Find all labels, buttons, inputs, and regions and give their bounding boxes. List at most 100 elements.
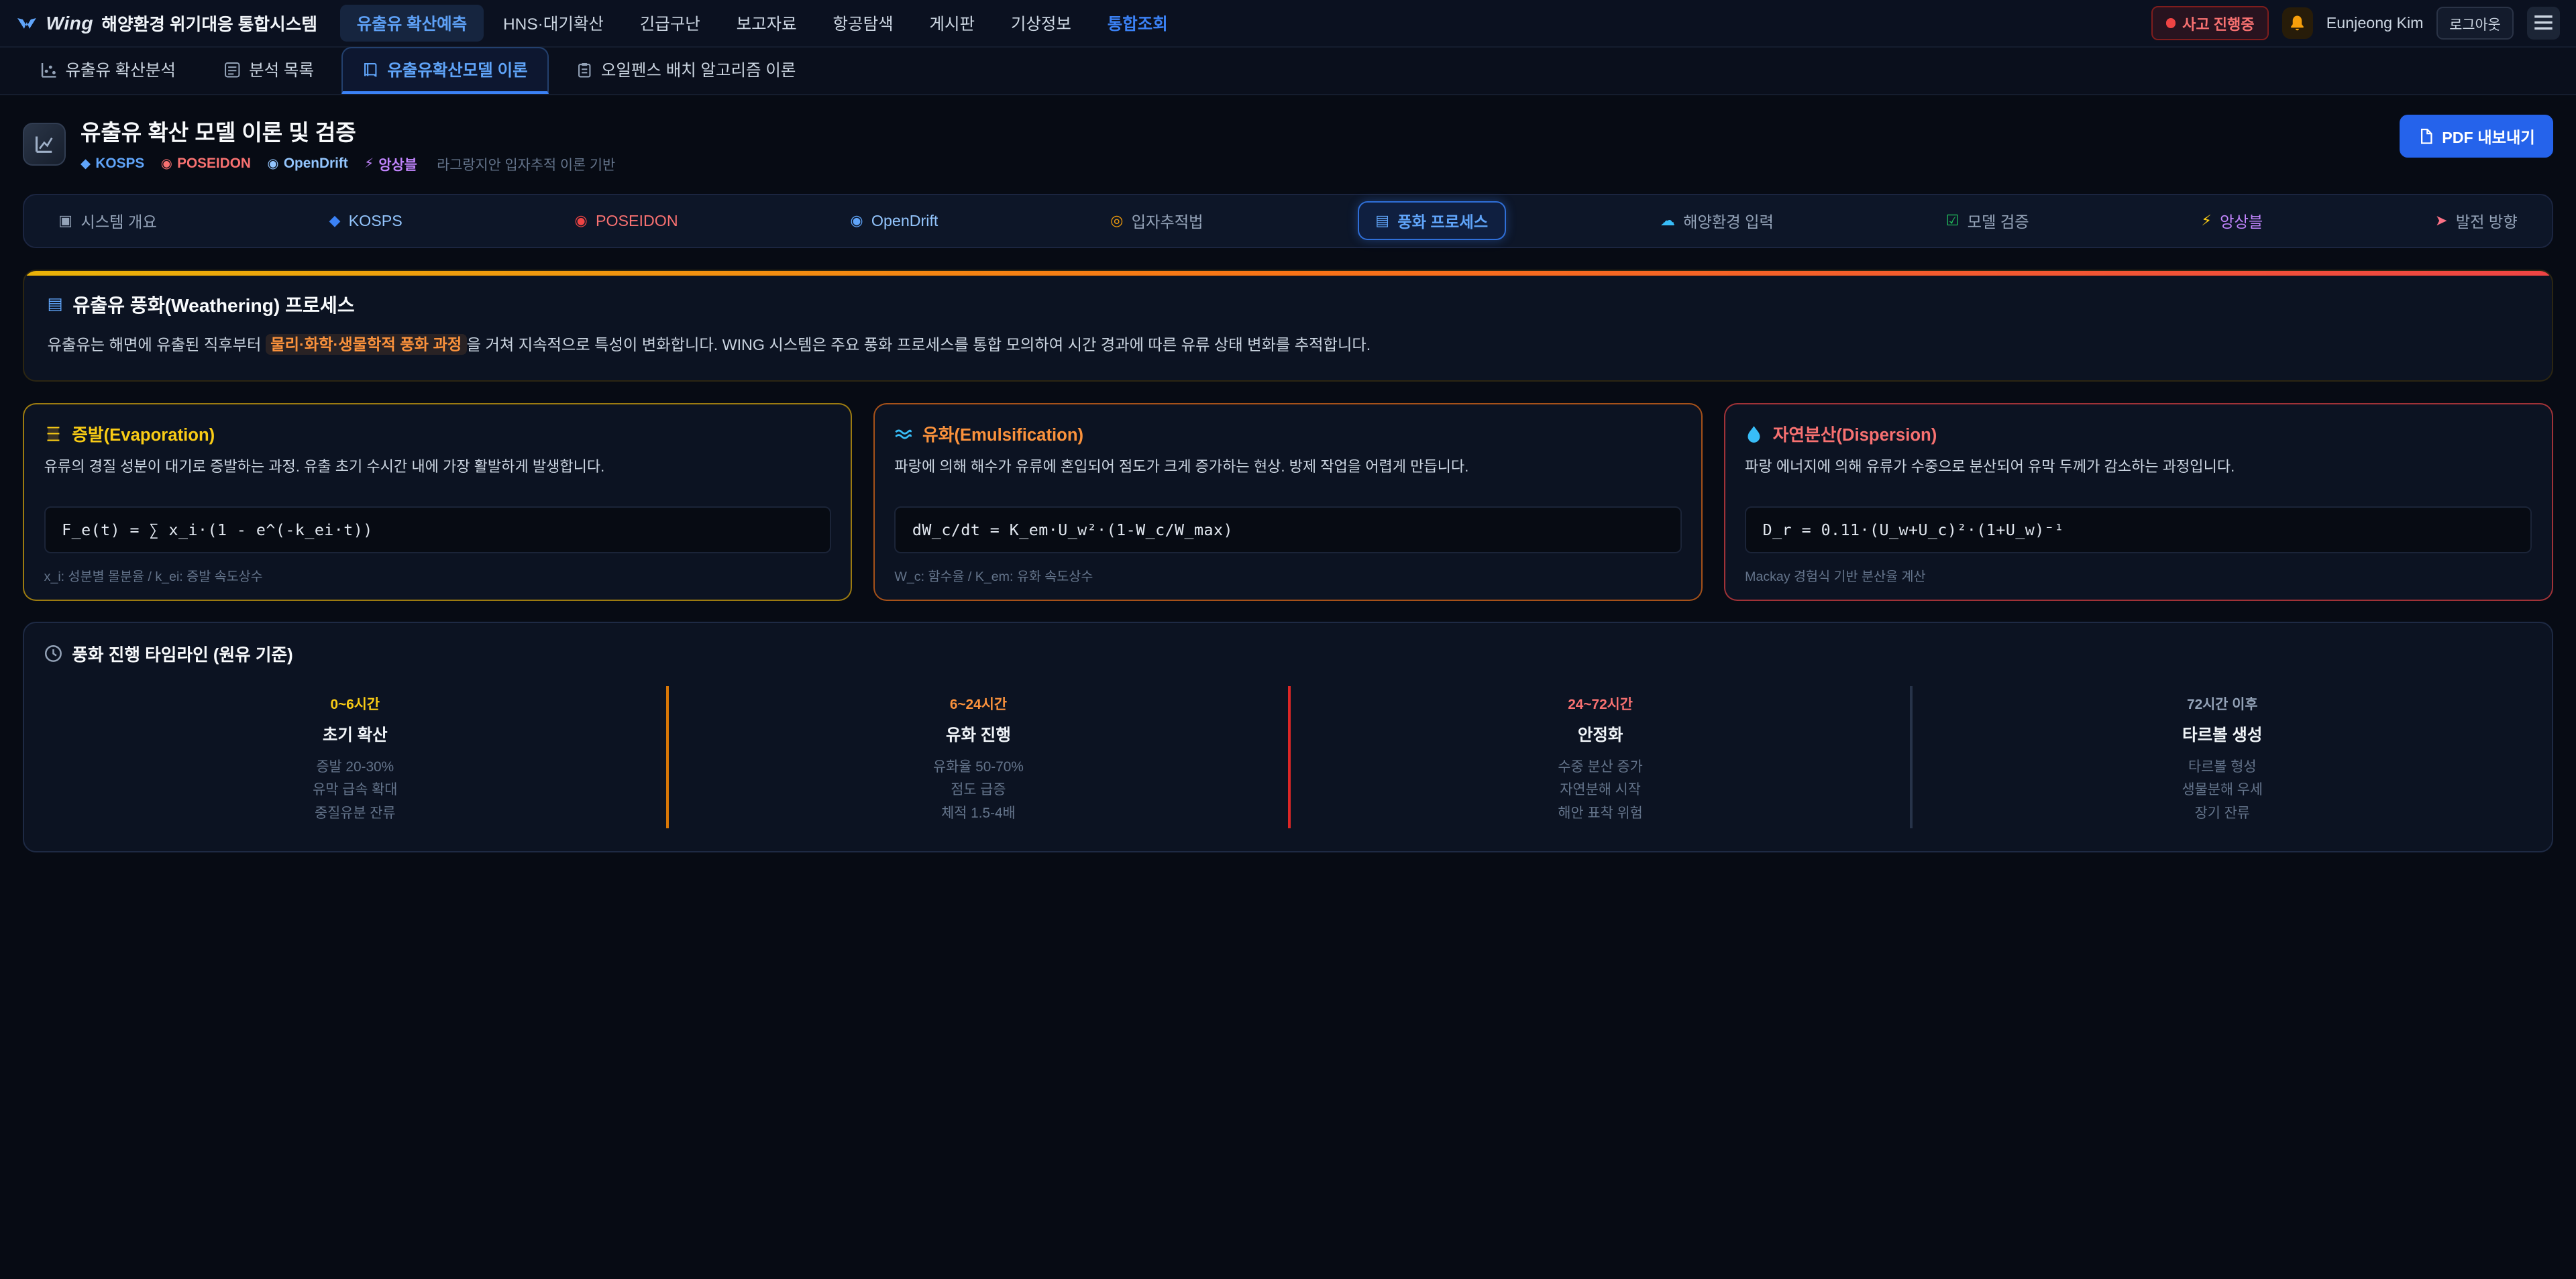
stage-item: 중질유분 잔류 xyxy=(60,802,649,825)
process-cards-row: 증발(Evaporation) 유류의 경질 성분이 대기로 증발하는 과정. … xyxy=(23,403,2553,600)
card-title-row: 증발(Evaporation) xyxy=(44,421,831,446)
stage-item: 해안 표착 위험 xyxy=(1307,802,1893,825)
stage-name: 안정화 xyxy=(1307,722,1893,746)
section-nav-system-overview[interactable]: ▣시스템 개요 xyxy=(41,201,174,240)
card-title: 증발(Evaporation) xyxy=(72,421,215,446)
section-nav-ensemble[interactable]: ⚡앙상블 xyxy=(2184,201,2281,240)
droplet-icon xyxy=(1745,425,1763,443)
top-right-cluster: 사고 진행중 Eunjeong Kim 로그아웃 xyxy=(2151,6,2559,40)
section-nav-future-direction[interactable]: ➤발전 방향 xyxy=(2418,201,2536,240)
app-root: Wing 해양환경 위기대응 통합시스템 유출유 확산예측 HNS·대기확산 긴… xyxy=(0,0,2576,1278)
section-nav-ocean-env-input[interactable]: ☁해양환경 입력 xyxy=(1642,201,1791,240)
tab-spill-analysis[interactable]: 유출유 확산분석 xyxy=(19,47,197,94)
incident-status-badge[interactable]: 사고 진행중 xyxy=(2151,6,2269,40)
checkbox-icon: ☑ xyxy=(1946,212,1960,229)
timeline-stage-tarball: 72시간 이후 타르볼 생성 타르볼 형성 생물분해 우세 장기 잔류 xyxy=(1910,686,2532,828)
tab-diffusion-model-theory[interactable]: 유출유확산모델 이론 xyxy=(341,47,549,94)
ruler-chart-icon xyxy=(34,133,55,155)
pdf-export-button[interactable]: PDF 내보내기 xyxy=(2400,115,2553,157)
nav-item-emergency-rescue[interactable]: 긴급구난 xyxy=(623,5,716,42)
page-content: 유출유 확산 모델 이론 및 검증 ◆KOSPS ◉POSEIDON ◉Open… xyxy=(0,95,2576,852)
hamburger-menu-button[interactable] xyxy=(2527,7,2560,40)
compass-icon: ◎ xyxy=(1110,212,1123,229)
lightning-icon: ⚡ xyxy=(2201,212,2211,229)
pdf-export-label: PDF 내보내기 xyxy=(2442,125,2535,148)
stage-item: 타르볼 형성 xyxy=(1929,756,2516,779)
tab-label: 유출유확산모델 이론 xyxy=(387,58,527,81)
timeline-stage-stabilization: 24~72시간 안정화 수중 분산 증가 자연분해 시작 해안 표착 위험 xyxy=(1288,686,1910,828)
weathering-title: 유출유 풍화(Weathering) 프로세스 xyxy=(72,290,354,318)
document-icon xyxy=(2418,128,2434,144)
clipboard-icon xyxy=(576,62,592,78)
stage-item: 유막 급속 확대 xyxy=(60,779,649,801)
tab-label: 분석 목록 xyxy=(249,58,314,81)
card-dispersion: 자연분산(Dispersion) 파랑 에너지에 의해 유류가 수중으로 분산되… xyxy=(1724,403,2553,600)
stage-name: 타르볼 생성 xyxy=(1929,722,2516,746)
badge-ensemble: ⚡앙상블 xyxy=(364,154,417,174)
weathering-title-row: ▤ 유출유 풍화(Weathering) 프로세스 xyxy=(48,290,2529,318)
tab-label: 오일펜스 배치 알고리즘 이론 xyxy=(601,58,796,81)
weathering-overview-panel: ▤ 유출유 풍화(Weathering) 프로세스 유출유는 해면에 유출된 직… xyxy=(23,270,2553,382)
section-nav-weathering-process[interactable]: ▤풍화 프로세스 xyxy=(1358,201,1506,240)
nav-item-oil-spill-prediction[interactable]: 유출유 확산예측 xyxy=(340,5,483,42)
lightning-icon: ⚡ xyxy=(364,156,374,172)
nav-item-reports[interactable]: 보고자료 xyxy=(720,5,813,42)
tab-analysis-list[interactable]: 분석 목록 xyxy=(203,47,335,94)
page-subtitle: 라그랑지안 입자추적 이론 기반 xyxy=(437,154,615,174)
book-icon xyxy=(362,62,378,78)
nav-item-aerial-search[interactable]: 항공탐색 xyxy=(816,5,910,42)
card-title-row: 자연분산(Dispersion) xyxy=(1745,421,2532,446)
page-title-icon-tile xyxy=(23,123,66,166)
card-description: 파랑 에너지에 의해 유류가 수중으로 분산되어 유막 두께가 감소하는 과정입… xyxy=(1745,455,2532,493)
page-title-block: 유출유 확산 모델 이론 및 검증 ◆KOSPS ◉POSEIDON ◉Open… xyxy=(80,115,615,174)
page-title: 유출유 확산 모델 이론 및 검증 xyxy=(80,115,615,147)
timeline-title-row: 풍화 진행 타임라인 (원유 기준) xyxy=(44,641,2532,666)
weathering-timeline-panel: 풍화 진행 타임라인 (원유 기준) 0~6시간 초기 확산 증발 20-30%… xyxy=(23,622,2553,852)
incident-status-label: 사고 진행중 xyxy=(2182,13,2254,34)
list-icon xyxy=(224,62,240,78)
diamond-icon: ◆ xyxy=(80,156,91,172)
nav-item-integrated-search[interactable]: 통합조회 xyxy=(1091,5,1184,42)
scatter-chart-icon xyxy=(41,62,57,78)
weathering-highlight: 물리·화학·생물학적 풍화 과정 xyxy=(266,334,467,355)
stage-name: 유화 진행 xyxy=(685,722,1271,746)
card-footnote: Mackay 경험식 기반 분산율 계산 xyxy=(1745,565,2532,585)
nav-item-hns-atmospheric[interactable]: HNS·대기확산 xyxy=(487,5,621,42)
monitor-icon: ▣ xyxy=(58,212,72,229)
badge-poseidon: ◉POSEIDON xyxy=(161,156,251,172)
tab-oil-fence-algorithm-theory[interactable]: 오일펜스 배치 알고리즘 이론 xyxy=(555,47,817,94)
wing-logo-icon xyxy=(16,13,38,34)
main-nav: 유출유 확산예측 HNS·대기확산 긴급구난 보고자료 항공탐색 게시판 기상정… xyxy=(340,5,1184,42)
section-nav-poseidon[interactable]: ◉POSEIDON xyxy=(557,204,696,238)
section-nav-particle-tracking[interactable]: ◎입자추적법 xyxy=(1093,201,1221,240)
section-nav-kosps[interactable]: ◆KOSPS xyxy=(311,204,420,238)
stage-item: 수중 분산 증가 xyxy=(1307,756,1893,779)
oil-barrel-icon xyxy=(44,425,62,443)
section-nav-opendrift[interactable]: ◉OpenDrift xyxy=(833,204,956,238)
top-bar: Wing 해양환경 위기대응 통합시스템 유출유 확산예측 HNS·대기확산 긴… xyxy=(0,0,2576,48)
card-emulsification: 유화(Emulsification) 파랑에 의해 해수가 유류에 혼입되어 점… xyxy=(873,403,1703,600)
card-footnote: W_c: 함수율 / K_em: 유화 속도상수 xyxy=(894,565,1681,585)
brand[interactable]: Wing 해양환경 위기대응 통합시스템 xyxy=(16,11,317,36)
section-nav-model-validation[interactable]: ☑모델 검증 xyxy=(1928,201,2047,240)
timeline-stage-initial-spread: 0~6시간 초기 확산 증발 20-30% 유막 급속 확대 중질유분 잔류 xyxy=(44,686,666,828)
card-formula: dW_c/dt = K_em·U_w²·(1-W_c/W_max) xyxy=(894,506,1681,553)
brand-logo-text: Wing xyxy=(46,13,94,34)
bell-icon xyxy=(2288,14,2306,32)
card-description: 파랑에 의해 해수가 유류에 혼입되어 점도가 크게 증가하는 현상. 방제 작… xyxy=(894,455,1681,493)
notification-bell-button[interactable] xyxy=(2282,7,2314,39)
timeline-title: 풍화 진행 타임라인 (원유 기준) xyxy=(72,641,292,666)
card-formula: D_r = 0.11·(U_w+U_c)²·(1+U_w)⁻¹ xyxy=(1745,506,2532,553)
target-icon: ◉ xyxy=(267,156,278,172)
stage-period: 6~24시간 xyxy=(685,693,1271,713)
user-name: Eunjeong Kim xyxy=(2326,14,2424,32)
nav-item-weather-info[interactable]: 기상정보 xyxy=(994,5,1087,42)
timeline-stage-emulsification: 6~24시간 유화 진행 유화율 50-70% 점도 급증 체적 1.5-4배 xyxy=(666,686,1288,828)
target-icon: ◉ xyxy=(161,156,172,172)
nav-item-board[interactable]: 게시판 xyxy=(913,5,991,42)
logout-button[interactable]: 로그아웃 xyxy=(2436,7,2514,40)
clock-icon xyxy=(44,645,62,663)
weathering-description: 유출유는 해면에 유출된 직후부터 물리·화학·생물학적 풍화 과정을 거쳐 지… xyxy=(48,333,2529,357)
card-title-row: 유화(Emulsification) xyxy=(894,421,1681,446)
card-title: 유화(Emulsification) xyxy=(922,421,1083,446)
